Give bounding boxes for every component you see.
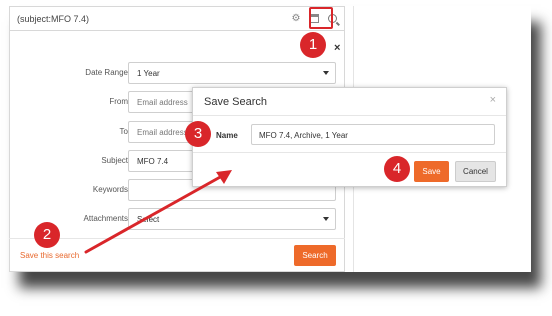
cancel-button[interactable]: Cancel [455,161,496,182]
search-bar[interactable]: (subject:MFO 7.4) ⚙ [9,6,345,31]
gear-icon[interactable]: ⚙ [289,12,303,26]
from-label: From [109,97,128,106]
save-this-search-link[interactable]: Save this search [20,251,79,260]
chevron-down-icon [323,217,329,221]
attachments-select[interactable]: Select [128,208,336,230]
step-marker-4: 4 [384,156,410,182]
chevron-down-icon [323,71,329,75]
search-query-text[interactable]: (subject:MFO 7.4) [10,14,289,24]
attachments-value: Select [137,215,160,224]
search-name-input[interactable]: MFO 7.4, Archive, 1 Year [251,124,495,145]
close-icon[interactable]: × [490,94,496,106]
modal-body: Name MFO 7.4, Archive, 1 Year [193,115,506,152]
date-range-row: Date Range 1 Year [10,62,346,86]
attachments-row: Attachments Select [10,208,346,232]
step-marker-1: 1 [300,32,326,58]
keywords-label: Keywords [92,185,128,194]
search-button[interactable]: Search [294,245,336,266]
saved-searches-highlight [309,7,333,29]
step-marker-2: 2 [34,222,60,248]
save-button[interactable]: Save [414,161,449,182]
close-form-icon[interactable]: × [334,42,340,54]
name-label: Name [216,131,238,140]
step-marker-3: 3 [185,121,211,147]
subject-label: Subject [101,156,128,165]
date-range-label: Date Range [85,68,128,77]
modal-title: Save Search [204,96,267,108]
date-range-value: 1 Year [137,69,160,78]
to-label: To [119,127,128,136]
save-search-modal: Save Search × Name MFO 7.4, Archive, 1 Y… [192,87,507,187]
modal-header: Save Search × [193,88,506,115]
screenshot-stage: (subject:MFO 7.4) ⚙ Date Range 1 Year Fr… [0,0,552,316]
date-range-select[interactable]: 1 Year [128,62,336,84]
attachments-label: Attachments [83,214,128,223]
modal-footer: Save Cancel [193,152,506,186]
